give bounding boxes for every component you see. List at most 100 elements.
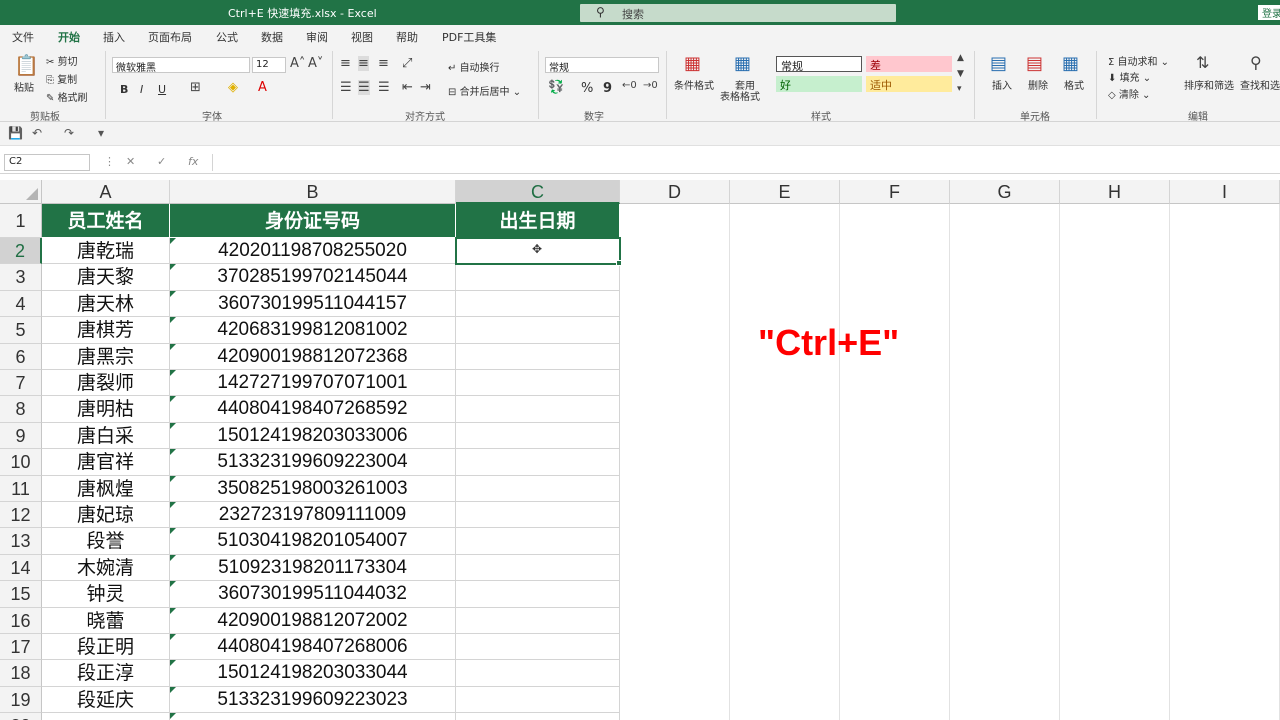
column-header-d[interactable]: D bbox=[620, 180, 730, 204]
row-header-8[interactable]: 8 bbox=[0, 396, 42, 423]
cell-id[interactable]: 510923198201173304 bbox=[170, 554, 456, 582]
tab-view[interactable]: 视图 bbox=[351, 29, 373, 45]
cell-name[interactable]: 唐天林 bbox=[42, 290, 170, 318]
increase-indent-icon[interactable]: ⇥ bbox=[420, 80, 431, 95]
cell-id[interactable]: 510304198201054007 bbox=[170, 528, 456, 555]
column-header-i[interactable]: I bbox=[1170, 180, 1280, 204]
login-button[interactable]: 登录 bbox=[1258, 5, 1280, 20]
select-all-button[interactable] bbox=[0, 180, 42, 204]
row-header-18[interactable]: 18 bbox=[0, 660, 42, 687]
cell-name[interactable]: 唐棋芳 bbox=[42, 317, 170, 344]
cell-id[interactable]: 420683199812081002 bbox=[170, 317, 456, 344]
customize-qat-icon[interactable]: ▾ bbox=[98, 126, 104, 140]
style-neutral[interactable]: 适中 bbox=[866, 76, 952, 92]
cell-name[interactable]: 唐乾瑞 bbox=[42, 238, 170, 265]
paste-button[interactable]: 粘贴 bbox=[14, 79, 34, 94]
cell-birth[interactable] bbox=[456, 422, 620, 450]
row-header-9[interactable]: 9 bbox=[0, 422, 42, 450]
search-box[interactable]: ⚲ 搜索 bbox=[580, 4, 896, 22]
align-center-icon[interactable]: ☰ bbox=[358, 80, 370, 95]
cell-name[interactable]: 段正明 bbox=[42, 634, 170, 661]
bold-button[interactable]: B bbox=[120, 83, 128, 96]
cell-name[interactable]: 钟灵 bbox=[42, 581, 170, 608]
header-cell-name[interactable]: 员工姓名 bbox=[42, 204, 170, 238]
autosum-button[interactable]: Σ 自动求和 ⌄ bbox=[1108, 53, 1169, 68]
cell-birth[interactable] bbox=[456, 581, 620, 608]
clear-button[interactable]: ◇ 清除 ⌄ bbox=[1108, 86, 1150, 101]
cell-birth[interactable] bbox=[456, 686, 620, 714]
cell-birth[interactable] bbox=[456, 502, 620, 529]
comma-button[interactable]: 9 bbox=[603, 81, 612, 96]
cell-name[interactable]: 唐明枯 bbox=[42, 396, 170, 423]
conditional-format-icon[interactable]: ▦ bbox=[684, 53, 701, 74]
find-select-button[interactable]: 查找和选 bbox=[1240, 77, 1280, 92]
cell-name[interactable]: 唐妃琼 bbox=[42, 502, 170, 529]
save-icon[interactable]: 💾 bbox=[8, 126, 23, 140]
cell-id[interactable]: 360730199511044032 bbox=[170, 581, 456, 608]
tab-file[interactable]: 文件 bbox=[12, 29, 34, 45]
tab-insert[interactable]: 插入 bbox=[103, 29, 125, 45]
align-right-icon[interactable]: ☰ bbox=[378, 80, 390, 95]
styles-scroll-down-icon[interactable]: ▼ bbox=[957, 69, 964, 79]
sort-filter-icon[interactable]: ⇅ bbox=[1196, 53, 1209, 72]
table-format-label-2[interactable]: 表格格式 bbox=[720, 88, 760, 103]
insert-cells-icon[interactable]: ▤ bbox=[990, 53, 1007, 74]
cell-id[interactable]: 513323199609223023 bbox=[170, 686, 456, 714]
fill-color-icon[interactable]: ◈ bbox=[228, 80, 238, 95]
cell-id[interactable]: 513323199609223004 bbox=[170, 449, 456, 476]
tab-home[interactable]: 开始 bbox=[58, 29, 80, 49]
row-header-14[interactable]: 14 bbox=[0, 554, 42, 582]
row-header-15[interactable]: 15 bbox=[0, 581, 42, 608]
cell-id[interactable]: 150124198203033044 bbox=[170, 660, 456, 687]
styles-scroll-up-icon[interactable]: ▲ bbox=[957, 53, 964, 63]
italic-button[interactable]: I bbox=[140, 83, 143, 96]
align-top-icon[interactable]: ≡ bbox=[340, 56, 351, 71]
format-painter-button[interactable]: ✎ 格式刷 bbox=[46, 89, 88, 104]
cell-id[interactable]: 350825198003261003 bbox=[170, 475, 456, 502]
percent-button[interactable]: % bbox=[581, 81, 593, 96]
cell-birth[interactable] bbox=[456, 554, 620, 582]
copy-button[interactable]: ⎘ 复制 bbox=[46, 71, 77, 86]
cell-name[interactable] bbox=[42, 713, 170, 720]
row-header-20[interactable]: 20 bbox=[0, 713, 42, 720]
row-header-19[interactable]: 19 bbox=[0, 686, 42, 714]
sort-filter-button[interactable]: 排序和筛选 bbox=[1184, 77, 1234, 92]
column-header-f[interactable]: F bbox=[840, 180, 950, 204]
cell-birth[interactable] bbox=[456, 713, 620, 720]
row-header-5[interactable]: 5 bbox=[0, 317, 42, 344]
row-header-12[interactable]: 12 bbox=[0, 502, 42, 529]
header-cell-birth[interactable]: 出生日期 bbox=[456, 204, 620, 238]
tab-data[interactable]: 数据 bbox=[261, 29, 283, 45]
cell-birth[interactable] bbox=[456, 634, 620, 661]
cell-name[interactable]: 晓蕾 bbox=[42, 607, 170, 634]
styles-more-icon[interactable]: ▾ bbox=[957, 84, 962, 94]
cell-id[interactable]: 150124198203033006 bbox=[170, 422, 456, 450]
cell-name[interactable]: 唐天黎 bbox=[42, 264, 170, 291]
align-middle-icon[interactable]: ≡ bbox=[358, 56, 369, 71]
tab-page-layout[interactable]: 页面布局 bbox=[148, 29, 192, 45]
cell-birth[interactable] bbox=[456, 396, 620, 423]
cell-name[interactable]: 段誉 bbox=[42, 528, 170, 555]
cell-name[interactable]: 唐枫煌 bbox=[42, 475, 170, 502]
row-header-1[interactable]: 1 bbox=[0, 204, 42, 238]
table-format-icon[interactable]: ▦ bbox=[734, 53, 751, 74]
cell-birth[interactable] bbox=[456, 370, 620, 397]
insert-function-button[interactable]: fx bbox=[188, 155, 198, 168]
cell-id[interactable]: 370285199702145044 bbox=[170, 264, 456, 291]
find-select-icon[interactable]: ⚲ bbox=[1250, 53, 1262, 72]
cell-id[interactable] bbox=[170, 713, 456, 720]
column-header-g[interactable]: G bbox=[950, 180, 1060, 204]
row-header-7[interactable]: 7 bbox=[0, 370, 42, 397]
cell-birth[interactable] bbox=[456, 449, 620, 476]
delete-cells-icon[interactable]: ▤ bbox=[1026, 53, 1043, 74]
cell-name[interactable]: 段正淳 bbox=[42, 660, 170, 687]
font-name-select[interactable]: 微软雅黑 bbox=[112, 57, 250, 74]
cell-name[interactable]: 木婉清 bbox=[42, 554, 170, 582]
cell-id[interactable]: 360730199511044157 bbox=[170, 290, 456, 318]
style-normal[interactable]: 常规 bbox=[776, 56, 862, 73]
border-icon[interactable]: ⊞ bbox=[190, 80, 201, 95]
redo-icon[interactable]: ↷ bbox=[64, 126, 74, 140]
cell-birth[interactable] bbox=[456, 607, 620, 634]
delete-cells-button[interactable]: 删除 bbox=[1028, 77, 1048, 92]
row-header-3[interactable]: 3 bbox=[0, 264, 42, 291]
